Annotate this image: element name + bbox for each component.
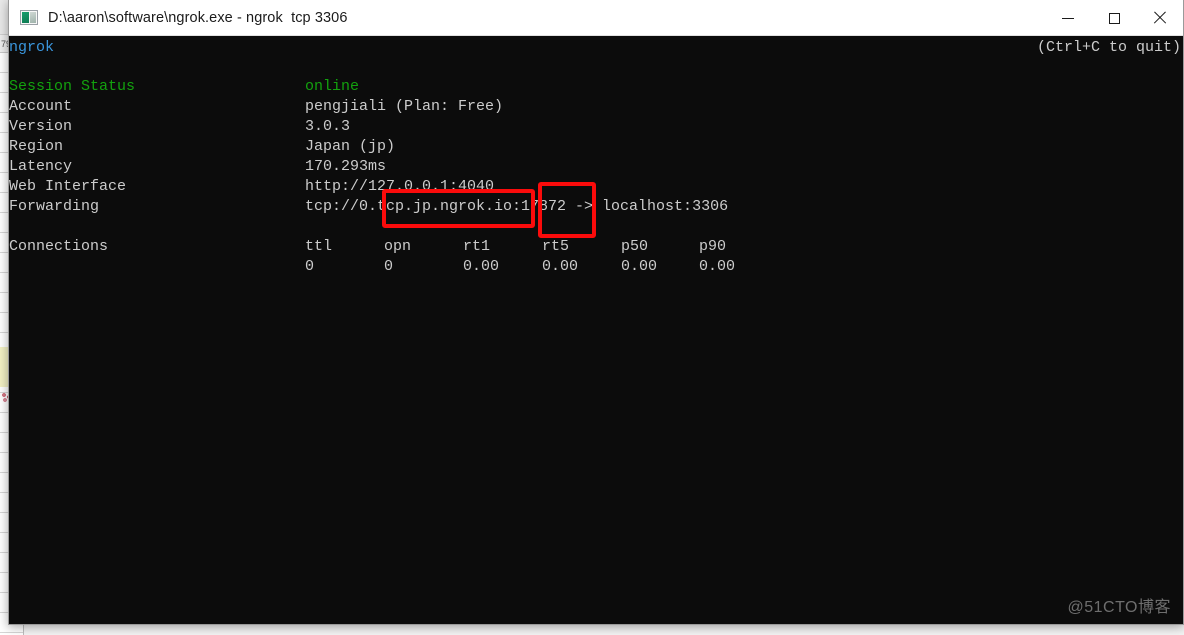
maximize-button[interactable] <box>1091 0 1137 36</box>
connections-header-ttl: ttl <box>305 238 333 255</box>
close-icon <box>1153 11 1167 25</box>
connections-header-rt1: rt1 <box>463 238 491 255</box>
watermark: @51CTO博客 <box>1067 599 1171 616</box>
row-value-session-status: online <box>305 78 360 95</box>
row-value-latency: 170.293ms <box>305 158 387 175</box>
connections-value-rt1: 0.00 <box>463 258 500 275</box>
row-value-version: 3.0.3 <box>305 118 351 135</box>
console-app-icon <box>20 10 38 25</box>
row-label-latency: Latency <box>9 158 73 175</box>
ngrok-banner: ngrok <box>9 39 55 56</box>
window-controls[interactable] <box>1045 0 1183 36</box>
row-label-account: Account <box>9 98 73 115</box>
connections-header-rt5: rt5 <box>542 238 570 255</box>
connections-header-p90: p90 <box>699 238 727 255</box>
row-label-region: Region <box>9 138 64 155</box>
row-label-web-interface: Web Interface <box>9 178 127 195</box>
connections-value-p90: 0.00 <box>699 258 736 275</box>
row-value-region: Japan (jp) <box>305 138 396 155</box>
window-titlebar[interactable]: D:\aaron\software\ngrok.exe - ngrok tcp … <box>9 0 1183 36</box>
row-value-account: pengjiali (Plan: Free) <box>305 98 504 115</box>
minimize-icon <box>1062 17 1074 19</box>
row-label-connections: Connections <box>9 238 109 255</box>
row-label-version: Version <box>9 118 73 135</box>
row-value-forwarding: tcp://0.tcp.jp.ngrok.io:17872 -> localho… <box>305 198 729 215</box>
row-value-web-interface: http://127.0.0.1:4040 <box>305 178 495 195</box>
connections-header-opn: opn <box>384 238 412 255</box>
terminal-output[interactable]: ngrok (Ctrl+C to quit) Session Status Ac… <box>9 36 1183 624</box>
console-window[interactable]: D:\aaron\software\ngrok.exe - ngrok tcp … <box>8 0 1184 625</box>
maximize-icon <box>1108 12 1120 24</box>
screen: 79 D:\aaron\software\ngrok.exe - ngrok t… <box>0 0 1184 635</box>
connections-value-p50: 0.00 <box>621 258 658 275</box>
row-label-session-status: Session Status <box>9 78 136 95</box>
minimize-button[interactable] <box>1045 0 1091 36</box>
connections-header-p50: p50 <box>621 238 649 255</box>
quit-hint: (Ctrl+C to quit) <box>1036 39 1181 56</box>
close-button[interactable] <box>1137 0 1183 36</box>
row-label-forwarding: Forwarding <box>9 198 100 215</box>
connections-value-rt5: 0.00 <box>542 258 579 275</box>
connections-value-ttl: 0 <box>305 258 315 275</box>
window-title: D:\aaron\software\ngrok.exe - ngrok tcp … <box>48 9 348 26</box>
connections-value-opn: 0 <box>384 258 394 275</box>
